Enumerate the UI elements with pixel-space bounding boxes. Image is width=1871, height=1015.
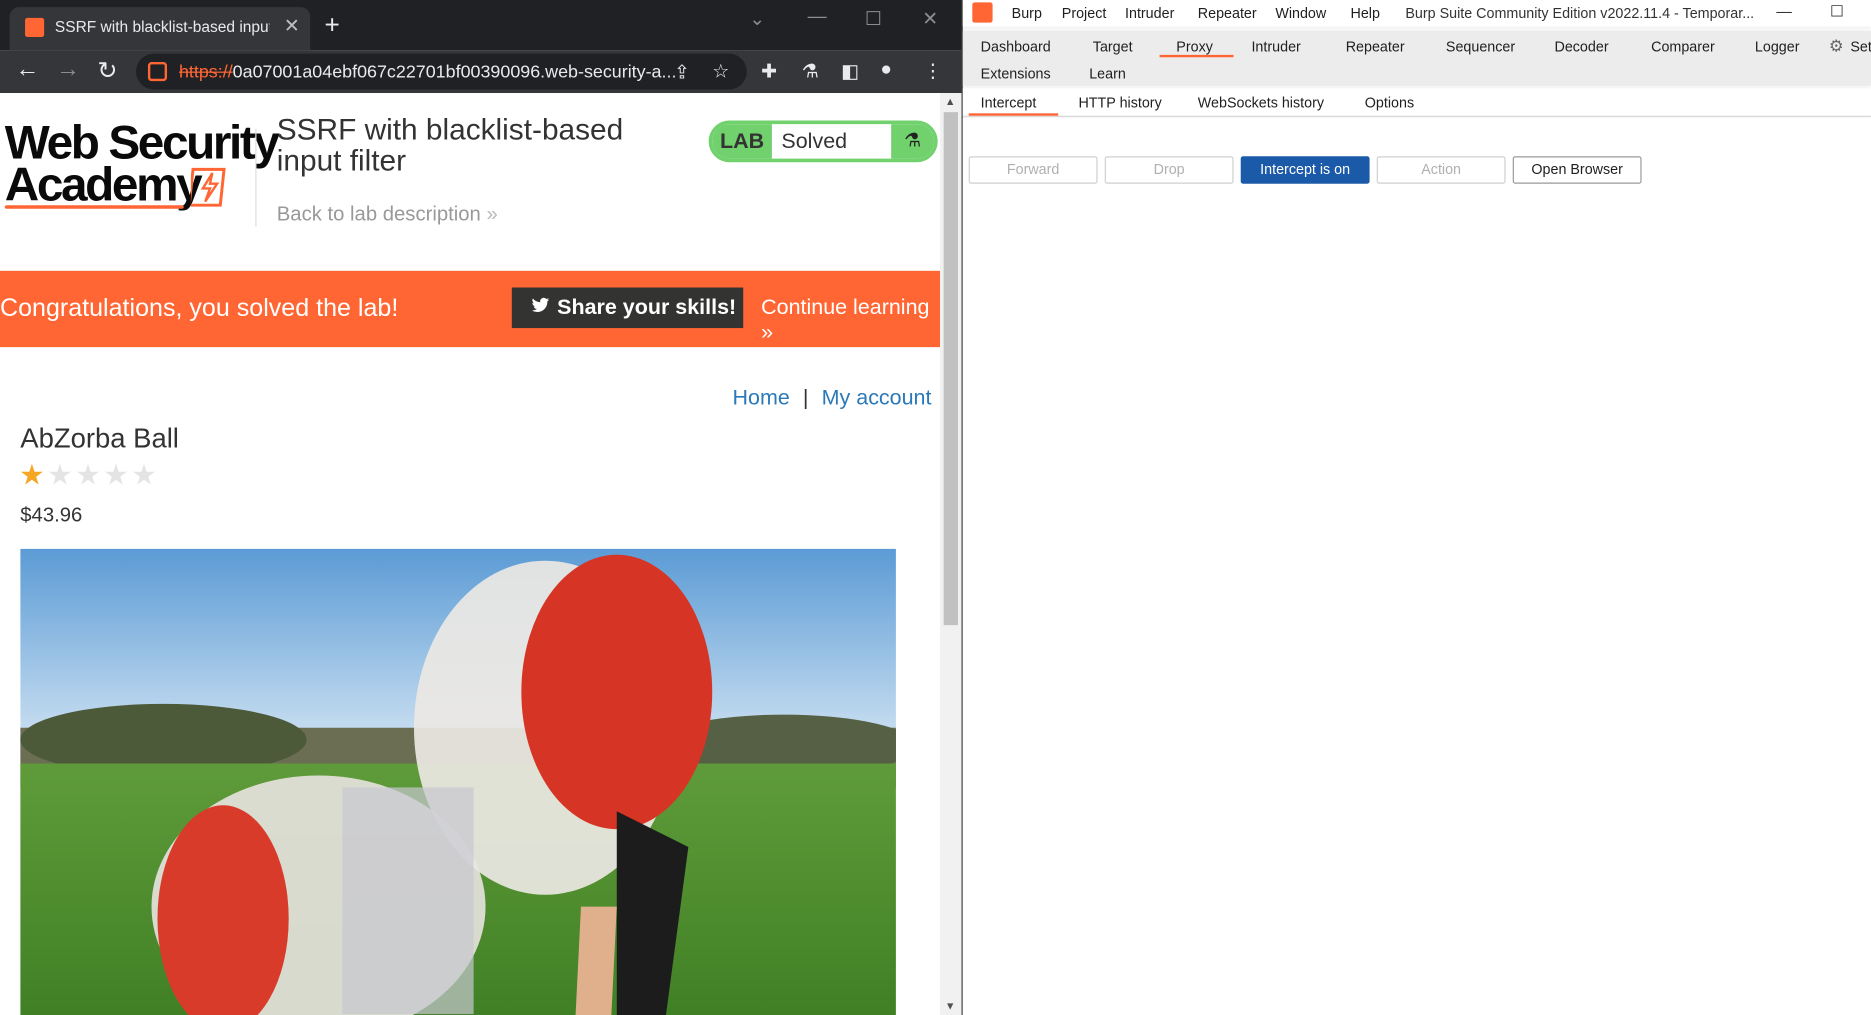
lab-title: SSRF with blacklist-based input filter <box>276 113 624 178</box>
burp-logo-icon <box>972 2 993 23</box>
tab-comparer[interactable]: Comparer <box>1651 38 1715 55</box>
tab-dashboard[interactable]: Dashboard <box>981 38 1051 55</box>
burp-title-bar: Burp Project Intruder Repeater Window He… <box>962 0 1871 27</box>
maximize-icon[interactable]: ☐ <box>865 7 882 31</box>
url-text[interactable]: https://0a07001a04ebf067c22701bf00390096… <box>179 62 680 82</box>
active-subtab-indicator <box>968 113 1059 116</box>
profile-avatar-icon[interactable]: ● <box>880 60 892 81</box>
subtab-http-history[interactable]: HTTP history <box>1078 94 1161 111</box>
site-nav: Home | My account <box>733 385 932 410</box>
product-image <box>20 548 896 1015</box>
tab-target[interactable]: Target <box>1093 38 1133 55</box>
intercept-panel: Forward Drop Intercept is on Action Open… <box>962 118 1871 1015</box>
logo-underline <box>4 205 184 209</box>
close-tab-icon[interactable]: ✕ <box>284 14 300 38</box>
minimize-icon[interactable]: — <box>1776 2 1792 20</box>
burp-main-tabs: Dashboard Target Proxy Intruder Repeater… <box>962 31 1871 86</box>
scroll-down-icon[interactable]: ▼ <box>945 1000 956 1012</box>
lab-status-badge: LAB Solved ⚗ <box>708 120 938 163</box>
open-browser-button[interactable]: Open Browser <box>1512 156 1642 184</box>
drop-button[interactable]: Drop <box>1104 156 1234 184</box>
nav-home-link[interactable]: Home <box>733 385 790 409</box>
banner-message: Congratulations, you solved the lab! <box>0 294 399 323</box>
share-icon[interactable]: ⇪ <box>674 61 690 85</box>
tab-intruder[interactable]: Intruder <box>1251 38 1300 55</box>
labs-flask-icon[interactable]: ⚗ <box>802 60 819 84</box>
proxy-subtabs: Intercept HTTP history WebSockets histor… <box>962 88 1871 117</box>
menu-repeater[interactable]: Repeater <box>1198 5 1257 22</box>
intercept-toggle-button[interactable]: Intercept is on <box>1240 156 1370 184</box>
scroll-thumb[interactable] <box>943 112 958 626</box>
burp-window-title: Burp Suite Community Edition v2022.11.4 … <box>1405 4 1755 22</box>
lab-status-text: Solved <box>781 128 848 153</box>
page-scrollbar[interactable]: ▲ ▼ <box>940 93 962 1015</box>
browser-window: SSRF with blacklist-based input fi ✕ + ⌄… <box>0 0 962 1015</box>
address-bar[interactable]: https://0a07001a04ebf067c22701bf00390096… <box>136 53 747 90</box>
tab-logger[interactable]: Logger <box>1755 38 1800 55</box>
new-tab-button[interactable]: + <box>324 10 339 41</box>
menu-help[interactable]: Help <box>1350 5 1379 22</box>
forward-button[interactable]: Forward <box>968 156 1098 184</box>
browser-tab-active[interactable]: SSRF with blacklist-based input fi ✕ <box>9 7 311 51</box>
menu-burp[interactable]: Burp <box>1012 5 1042 22</box>
star-filled-icon: ★ <box>19 459 48 492</box>
extensions-icon[interactable]: ✚ <box>761 60 777 84</box>
tab-strip: SSRF with blacklist-based input fi ✕ + ⌄… <box>0 0 962 51</box>
favicon-icon <box>25 17 45 37</box>
tab-extensions[interactable]: Extensions <box>981 66 1051 83</box>
nav-my-account-link[interactable]: My account <box>822 385 932 409</box>
nav-separator: | <box>802 385 809 410</box>
back-arrow-icon[interactable]: ← <box>12 56 43 83</box>
side-panel-icon[interactable]: ◧ <box>841 60 859 84</box>
subtab-options[interactable]: Options <box>1365 94 1414 111</box>
header-divider <box>255 128 257 227</box>
subtab-intercept[interactable]: Intercept <box>981 94 1037 111</box>
tab-sequencer[interactable]: Sequencer <box>1446 38 1515 55</box>
web-page: Web Security Academy SSRF with blacklist… <box>0 93 941 1015</box>
logo-bolt-icon <box>190 167 226 207</box>
product-rating: ★★★★★ <box>19 458 159 493</box>
tab-search-icon[interactable]: ⌄ <box>749 7 765 31</box>
bookmark-star-icon[interactable]: ☆ <box>712 60 729 84</box>
scroll-up-icon[interactable]: ▲ <box>945 95 956 107</box>
star-empty-icon: ★ <box>47 459 76 492</box>
star-empty-icon: ★ <box>75 459 104 492</box>
tab-title: SSRF with blacklist-based input fi <box>54 17 270 36</box>
burp-window: Burp Project Intruder Repeater Window He… <box>961 0 1871 1015</box>
tab-repeater[interactable]: Repeater <box>1346 38 1405 55</box>
back-to-description-link[interactable]: Back to lab description » <box>277 203 498 227</box>
lab-label: LAB <box>712 124 772 159</box>
subtab-websockets-history[interactable]: WebSockets history <box>1198 94 1324 111</box>
tab-learn[interactable]: Learn <box>1089 66 1126 83</box>
continue-learning-link[interactable]: Continue learning » <box>761 295 940 345</box>
active-tab-indicator <box>1159 54 1234 58</box>
browser-toolbar: ← → ↻ https://0a07001a04ebf067c22701bf00… <box>0 50 962 94</box>
site-info-icon[interactable] <box>147 62 168 82</box>
menu-project[interactable]: Project <box>1062 5 1107 22</box>
menu-window[interactable]: Window <box>1275 5 1326 22</box>
reload-icon[interactable]: ↻ <box>92 56 123 86</box>
star-empty-icon: ★ <box>131 459 160 492</box>
tab-proxy[interactable]: Proxy <box>1176 38 1213 55</box>
product-title: AbZorba Ball <box>20 422 179 454</box>
star-empty-icon: ★ <box>103 459 132 492</box>
solved-banner: Congratulations, you solved the lab! Sha… <box>0 270 941 348</box>
settings-gear-icon[interactable]: ⚙ <box>1829 36 1844 56</box>
close-window-icon[interactable]: ✕ <box>922 7 938 31</box>
action-button[interactable]: Action <box>1376 156 1506 184</box>
chrome-menu-icon[interactable]: ⋮ <box>923 60 942 84</box>
forward-arrow-icon[interactable]: → <box>52 56 83 83</box>
twitter-icon <box>531 297 550 313</box>
minimize-icon[interactable]: — <box>808 7 827 28</box>
flask-icon: ⚗ <box>891 124 935 159</box>
share-button-label: Share your skills! <box>557 294 737 319</box>
maximize-icon[interactable]: ☐ <box>1830 2 1844 21</box>
tab-settings[interactable]: Set <box>1850 38 1871 55</box>
share-skills-button[interactable]: Share your skills! <box>511 287 744 329</box>
product-price: $43.96 <box>20 503 83 527</box>
menu-intruder[interactable]: Intruder <box>1125 5 1174 22</box>
tab-decoder[interactable]: Decoder <box>1554 38 1608 55</box>
